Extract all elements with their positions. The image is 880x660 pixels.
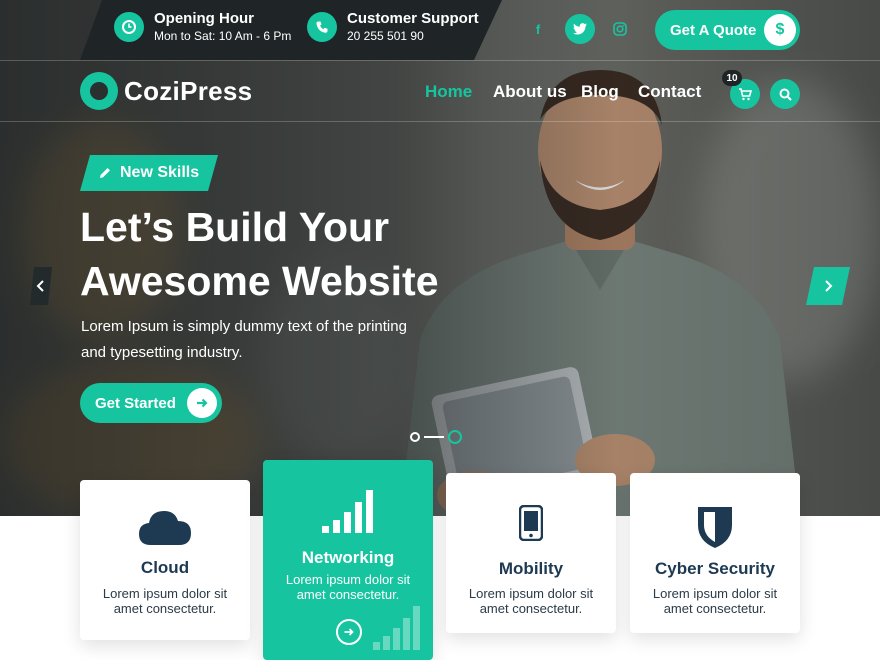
arrow-right-icon [344, 628, 354, 636]
chevron-right-icon [823, 279, 833, 293]
logo-mark-icon [80, 72, 118, 110]
signal-bars-icon [322, 490, 373, 533]
nav-item-blog[interactable]: Blog [581, 82, 619, 102]
pencil-icon [98, 166, 112, 180]
service-card-mobility[interactable]: Mobility Lorem ipsum dolor sit amet cons… [446, 473, 616, 633]
nav-item-contact[interactable]: Contact [638, 82, 701, 102]
nav-item-home[interactable]: Home [425, 82, 472, 102]
search-icon [779, 88, 792, 101]
logo-text: CoziPress [124, 75, 253, 106]
get-a-quote-button[interactable]: Get A Quote $ [655, 10, 800, 50]
nav-item-about-us[interactable]: About us [493, 82, 567, 102]
signal-bars-watermark-icon [373, 606, 420, 650]
service-card-title: Cyber Security [655, 559, 775, 578]
arrow-right-icon [187, 388, 217, 418]
service-card-description: Lorem ipsum dolor sit amet consectetur. [468, 586, 594, 616]
facebook-icon[interactable]: f [523, 14, 553, 44]
opening-hour-info: Opening Hour Mon to Sat: 10 Am - 6 Pm [114, 10, 291, 43]
shield-icon [698, 507, 732, 548]
site-logo[interactable]: CoziPress [80, 72, 252, 110]
topbar-divider [0, 60, 880, 61]
new-skills-badge: New Skills [80, 155, 218, 191]
service-card-description: Lorem ipsum dolor sit amet consectetur. [102, 586, 228, 616]
customer-support-phone[interactable]: 20 255 501 90 [347, 29, 479, 43]
get-started-label: Get Started [95, 394, 176, 412]
customer-support-title: Customer Support [347, 10, 479, 27]
slider-dot[interactable] [410, 432, 420, 442]
slider-pagination [410, 430, 462, 444]
get-started-button[interactable]: Get Started [80, 383, 222, 423]
service-card-cyber-security[interactable]: Cyber Security Lorem ipsum dolor sit ame… [630, 473, 800, 633]
search-button[interactable] [770, 79, 800, 109]
hero-headline-line-1: Let’s Build Your [80, 204, 390, 250]
phone-icon [307, 11, 337, 42]
get-a-quote-label: Get A Quote [670, 21, 757, 39]
service-card-cloud[interactable]: Cloud Lorem ipsum dolor sit amet consect… [80, 480, 250, 640]
new-skills-label: New Skills [120, 164, 200, 181]
chevron-left-icon [36, 279, 46, 293]
card-arrow-button[interactable] [336, 619, 362, 645]
service-card-description: Lorem ipsum dolor sit amet consectetur. [285, 572, 411, 602]
service-card-networking[interactable]: Networking Lorem ipsum dolor sit amet co… [263, 460, 433, 660]
cart-icon [739, 87, 752, 100]
instagram-icon[interactable] [605, 14, 635, 44]
slider-dot-connector [424, 436, 444, 438]
nav-divider [0, 121, 880, 122]
twitter-icon[interactable] [565, 14, 595, 44]
dollar-icon: $ [764, 14, 796, 46]
service-card-description: Lorem ipsum dolor sit amet consectetur. [652, 586, 778, 616]
hero-headline-line-2: Awesome Website [80, 258, 439, 304]
service-card-title: Mobility [498, 559, 564, 578]
service-card-title: Networking [301, 548, 395, 567]
cart-count-badge: 10 [722, 70, 742, 86]
opening-hour-title: Opening Hour [154, 10, 254, 27]
hero-subtext: Lorem Ipsum is simply dummy text of the … [81, 318, 407, 361]
cloud-icon [139, 511, 191, 545]
clock-icon [114, 11, 144, 42]
smartphone-icon [519, 505, 543, 541]
customer-support-info: Customer Support 20 255 501 90 [307, 10, 479, 43]
hero-headline: Let’s Build Your Awesome Website [80, 200, 460, 308]
service-card-title: Cloud [140, 558, 190, 577]
slider-dot-active[interactable] [448, 430, 462, 444]
opening-hour-value: Mon to Sat: 10 Am - 6 Pm [154, 29, 292, 43]
